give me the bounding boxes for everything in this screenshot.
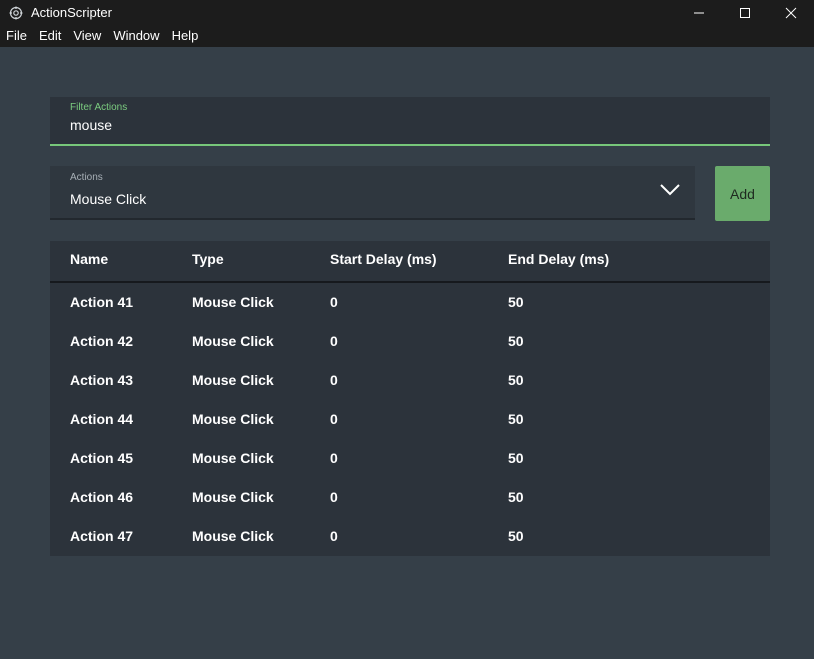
cell-end-delay: 50 (508, 528, 524, 544)
cell-name: Action 45 (70, 450, 134, 466)
add-button[interactable]: Add (715, 166, 770, 221)
cell-type: Mouse Click (192, 372, 274, 388)
header-end-delay[interactable]: End Delay (ms) (508, 251, 609, 267)
table-header: Name Type Start Delay (ms) End Delay (ms… (50, 241, 770, 283)
actions-table: Name Type Start Delay (ms) End Delay (ms… (50, 241, 770, 556)
cell-start-delay: 0 (330, 333, 338, 349)
table-row[interactable]: Action 45 Mouse Click 0 50 (50, 439, 770, 478)
table-row[interactable]: Action 42 Mouse Click 0 50 (50, 322, 770, 361)
maximize-icon (740, 7, 750, 18)
window-controls (676, 0, 814, 25)
header-start-delay[interactable]: Start Delay (ms) (330, 251, 437, 267)
app-logo-icon (9, 6, 23, 20)
title-bar: ActionScripter (0, 0, 814, 25)
cell-end-delay: 50 (508, 450, 524, 466)
cell-start-delay: 0 (330, 411, 338, 427)
menu-help[interactable]: Help (166, 25, 205, 47)
minimize-button[interactable] (676, 0, 722, 25)
maximize-button[interactable] (722, 0, 768, 25)
menu-view[interactable]: View (67, 25, 107, 47)
cell-end-delay: 50 (508, 294, 524, 310)
cell-type: Mouse Click (192, 294, 274, 310)
cell-type: Mouse Click (192, 450, 274, 466)
actions-dropdown-label: Actions (70, 172, 103, 183)
actions-dropdown-value: Mouse Click (70, 191, 147, 207)
header-name[interactable]: Name (70, 251, 108, 267)
menu-bar: File Edit View Window Help (0, 25, 814, 47)
cell-end-delay: 50 (508, 333, 524, 349)
table-row[interactable]: Action 41 Mouse Click 0 50 (50, 283, 770, 322)
minimize-icon (694, 12, 704, 13)
cell-type: Mouse Click (192, 489, 274, 505)
cell-type: Mouse Click (192, 333, 274, 349)
cell-type: Mouse Click (192, 528, 274, 544)
filter-actions-value[interactable]: mouse (70, 117, 112, 133)
cell-name: Action 46 (70, 489, 134, 505)
table-row[interactable]: Action 43 Mouse Click 0 50 (50, 361, 770, 400)
table-row[interactable]: Action 46 Mouse Click 0 50 (50, 478, 770, 517)
menu-file[interactable]: File (0, 25, 33, 47)
filter-actions-label: Filter Actions (70, 102, 128, 113)
table-row[interactable]: Action 47 Mouse Click 0 50 (50, 517, 770, 556)
cell-end-delay: 50 (508, 489, 524, 505)
chevron-down-icon[interactable] (659, 183, 681, 197)
cell-end-delay: 50 (508, 372, 524, 388)
actions-dropdown[interactable]: Actions Mouse Click (50, 166, 695, 220)
cell-name: Action 42 (70, 333, 134, 349)
cell-type: Mouse Click (192, 411, 274, 427)
close-icon (785, 7, 797, 18)
cell-name: Action 43 (70, 372, 134, 388)
cell-start-delay: 0 (330, 450, 338, 466)
filter-actions-input[interactable]: Filter Actions mouse (50, 97, 770, 146)
cell-start-delay: 0 (330, 294, 338, 310)
menu-window[interactable]: Window (107, 25, 165, 47)
cell-name: Action 41 (70, 294, 134, 310)
cell-start-delay: 0 (330, 528, 338, 544)
header-type[interactable]: Type (192, 251, 224, 267)
table-row[interactable]: Action 44 Mouse Click 0 50 (50, 400, 770, 439)
window-title: ActionScripter (31, 5, 112, 20)
cell-end-delay: 50 (508, 411, 524, 427)
close-button[interactable] (768, 0, 814, 25)
cell-start-delay: 0 (330, 372, 338, 388)
menu-edit[interactable]: Edit (33, 25, 67, 47)
cell-name: Action 47 (70, 528, 134, 544)
cell-name: Action 44 (70, 411, 134, 427)
cell-start-delay: 0 (330, 489, 338, 505)
